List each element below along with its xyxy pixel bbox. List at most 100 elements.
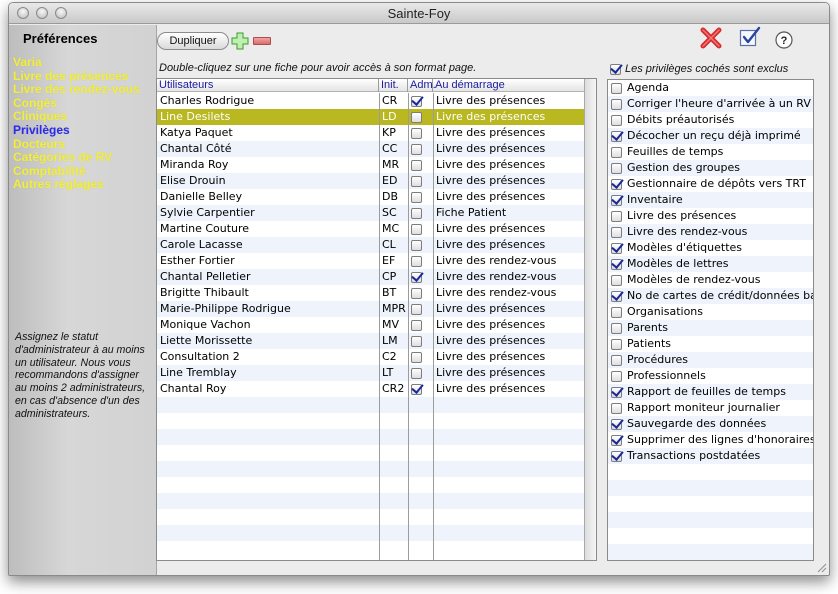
privilege-checkbox[interactable] (611, 130, 622, 142)
privilege-item[interactable]: Supprimer des lignes d'honoraires (608, 432, 813, 448)
privilege-item[interactable]: Modèles de rendez-vous (608, 272, 813, 288)
privilege-item[interactable]: Décocher un reçu déjà imprimé (608, 128, 813, 144)
privilege-item[interactable]: Feuilles de temps (608, 144, 813, 160)
table-row[interactable]: Martine Couture MC Livre des présences (157, 221, 585, 237)
privilege-item[interactable]: Professionnels (608, 368, 813, 384)
privilege-checkbox[interactable] (611, 354, 622, 366)
admin-checkbox[interactable] (411, 239, 422, 251)
admin-checkbox[interactable] (411, 143, 422, 155)
users-table-scrollbar[interactable] (584, 79, 596, 560)
table-row[interactable]: Monique Vachon MV Livre des présences (157, 317, 585, 333)
table-row[interactable]: Danielle Belley DB Livre des présences (157, 189, 585, 205)
table-row[interactable]: Elise Drouin ED Livre des présences (157, 173, 585, 189)
sidebar-item-docteurs[interactable]: Docteurs (13, 138, 155, 152)
col-header-startup[interactable]: Au démarrage (433, 79, 585, 92)
privilege-item[interactable]: Débits préautorisés (608, 112, 813, 128)
privilege-checkbox[interactable] (611, 146, 622, 158)
privilege-checkbox[interactable] (611, 338, 622, 350)
red-x-icon[interactable] (699, 26, 723, 50)
privilege-item[interactable]: Rapport moniteur journalier (608, 400, 813, 416)
table-row[interactable]: Chantal Pelletier CP Livre des rendez-vous (157, 269, 585, 285)
privilege-item[interactable]: Parents (608, 320, 813, 336)
sidebar-item-livre-des-presences[interactable]: Livre des présences (13, 70, 155, 84)
sidebar-item-livre-des-rendez-vous[interactable]: Livre des rendez-vous (13, 83, 155, 97)
privilege-checkbox[interactable] (611, 258, 622, 270)
admin-checkbox[interactable] (411, 223, 422, 235)
table-row[interactable]: Esther Fortier EF Livre des rendez-vous (157, 253, 585, 269)
col-header-adm[interactable]: Adm. (408, 79, 436, 92)
title-bar[interactable]: Sainte-Foy (9, 3, 829, 24)
sidebar-item-conges[interactable]: Congés (13, 97, 155, 111)
table-row[interactable]: Sylvie Carpentier SC Fiche Patient (157, 205, 585, 221)
table-row[interactable]: Chantal Roy CR2 Livre des présences (157, 381, 585, 397)
privilege-checkbox[interactable] (611, 114, 622, 126)
table-row[interactable]: Liette Morissette LM Livre des présences (157, 333, 585, 349)
privilege-item[interactable]: Procédures (608, 352, 813, 368)
privilege-checkbox[interactable] (611, 98, 622, 110)
privilege-item[interactable]: Inventaire (608, 192, 813, 208)
col-header-users[interactable]: Utilisateurs (157, 79, 379, 92)
admin-checkbox[interactable] (411, 383, 422, 395)
table-row[interactable]: Chantal Côté CC Livre des présences (157, 141, 585, 157)
excluded-privileges-toggle[interactable]: Les privilèges cochés sont exclus (610, 63, 788, 75)
privilege-item[interactable]: Transactions postdatées (608, 448, 813, 464)
admin-checkbox[interactable] (411, 95, 422, 107)
admin-checkbox[interactable] (411, 287, 422, 299)
table-row[interactable]: Miranda Roy MR Livre des présences (157, 157, 585, 173)
sidebar-item-privileges[interactable]: Privilèges (13, 124, 155, 138)
privilege-checkbox[interactable] (611, 274, 622, 286)
admin-checkbox[interactable] (411, 271, 422, 283)
admin-checkbox[interactable] (411, 191, 422, 203)
table-row[interactable]: Katya Paquet KP Livre des présences (157, 125, 585, 141)
table-row[interactable]: Line Desilets LD Livre des présences (157, 109, 585, 125)
privilege-item[interactable]: Rapport de feuilles de temps (608, 384, 813, 400)
privilege-checkbox[interactable] (611, 210, 622, 222)
admin-checkbox[interactable] (411, 303, 422, 315)
privilege-checkbox[interactable] (611, 306, 622, 318)
admin-checkbox[interactable] (411, 175, 422, 187)
privilege-checkbox[interactable] (611, 82, 622, 94)
sidebar-item-varia[interactable]: Varia (13, 56, 155, 70)
table-row[interactable]: Line Tremblay LT Livre des présences (157, 365, 585, 381)
admin-checkbox[interactable] (411, 127, 422, 139)
privilege-item[interactable]: Modèles de lettres (608, 256, 813, 272)
privilege-item[interactable]: Corriger l'heure d'arrivée à un RV (608, 96, 813, 112)
admin-checkbox[interactable] (411, 319, 422, 331)
minus-icon[interactable] (253, 37, 271, 45)
admin-checkbox[interactable] (411, 367, 422, 379)
table-row[interactable]: Marie-Philippe Rodrigue MPR Livre des prés… (157, 301, 585, 317)
privilege-item[interactable]: Gestionnaire de dépôts vers TRT (608, 176, 813, 192)
privilege-item[interactable]: Gestion des groupes (608, 160, 813, 176)
privilege-checkbox[interactable] (611, 434, 622, 446)
privilege-item[interactable]: Agenda (608, 80, 813, 96)
privilege-checkbox[interactable] (611, 226, 622, 238)
privilege-item[interactable]: Sauvegarde des données (608, 416, 813, 432)
privilege-item[interactable]: Modèles d'étiquettes (608, 240, 813, 256)
privilege-checkbox[interactable] (611, 162, 622, 174)
resize-grip-icon[interactable] (815, 561, 827, 573)
admin-checkbox[interactable] (411, 159, 422, 171)
plus-icon[interactable] (231, 32, 249, 50)
table-row[interactable]: Consultation 2 C2 Livre des présences (157, 349, 585, 365)
privilege-checkbox[interactable] (611, 402, 622, 414)
table-row[interactable]: Charles Rodrigue CR Livre des présences (157, 93, 585, 109)
privilege-item[interactable]: Patients (608, 336, 813, 352)
sidebar-item-comptabilite[interactable]: Comptabilité (13, 165, 155, 179)
sidebar-item-cliniques[interactable]: Cliniques (13, 110, 155, 124)
privilege-checkbox[interactable] (611, 178, 622, 190)
duplicate-button[interactable]: Dupliquer (157, 32, 229, 50)
sidebar-item-categories-de-rv[interactable]: Catégories de RV (13, 151, 155, 165)
privilege-item[interactable]: Livre des présences (608, 208, 813, 224)
privilege-item[interactable]: Organisations (608, 304, 813, 320)
privilege-checkbox[interactable] (611, 242, 622, 254)
admin-checkbox[interactable] (411, 207, 422, 219)
privilege-checkbox[interactable] (611, 386, 622, 398)
privilege-checkbox[interactable] (611, 194, 622, 206)
privilege-checkbox[interactable] (611, 450, 622, 462)
privilege-checkbox[interactable] (611, 370, 622, 382)
col-header-init[interactable]: Init. (379, 79, 408, 92)
admin-checkbox[interactable] (411, 255, 422, 267)
checkbox-check-icon[interactable] (739, 26, 761, 48)
question-mark-icon[interactable]: ? (775, 31, 793, 49)
privilege-item[interactable]: Livre des rendez-vous (608, 224, 813, 240)
